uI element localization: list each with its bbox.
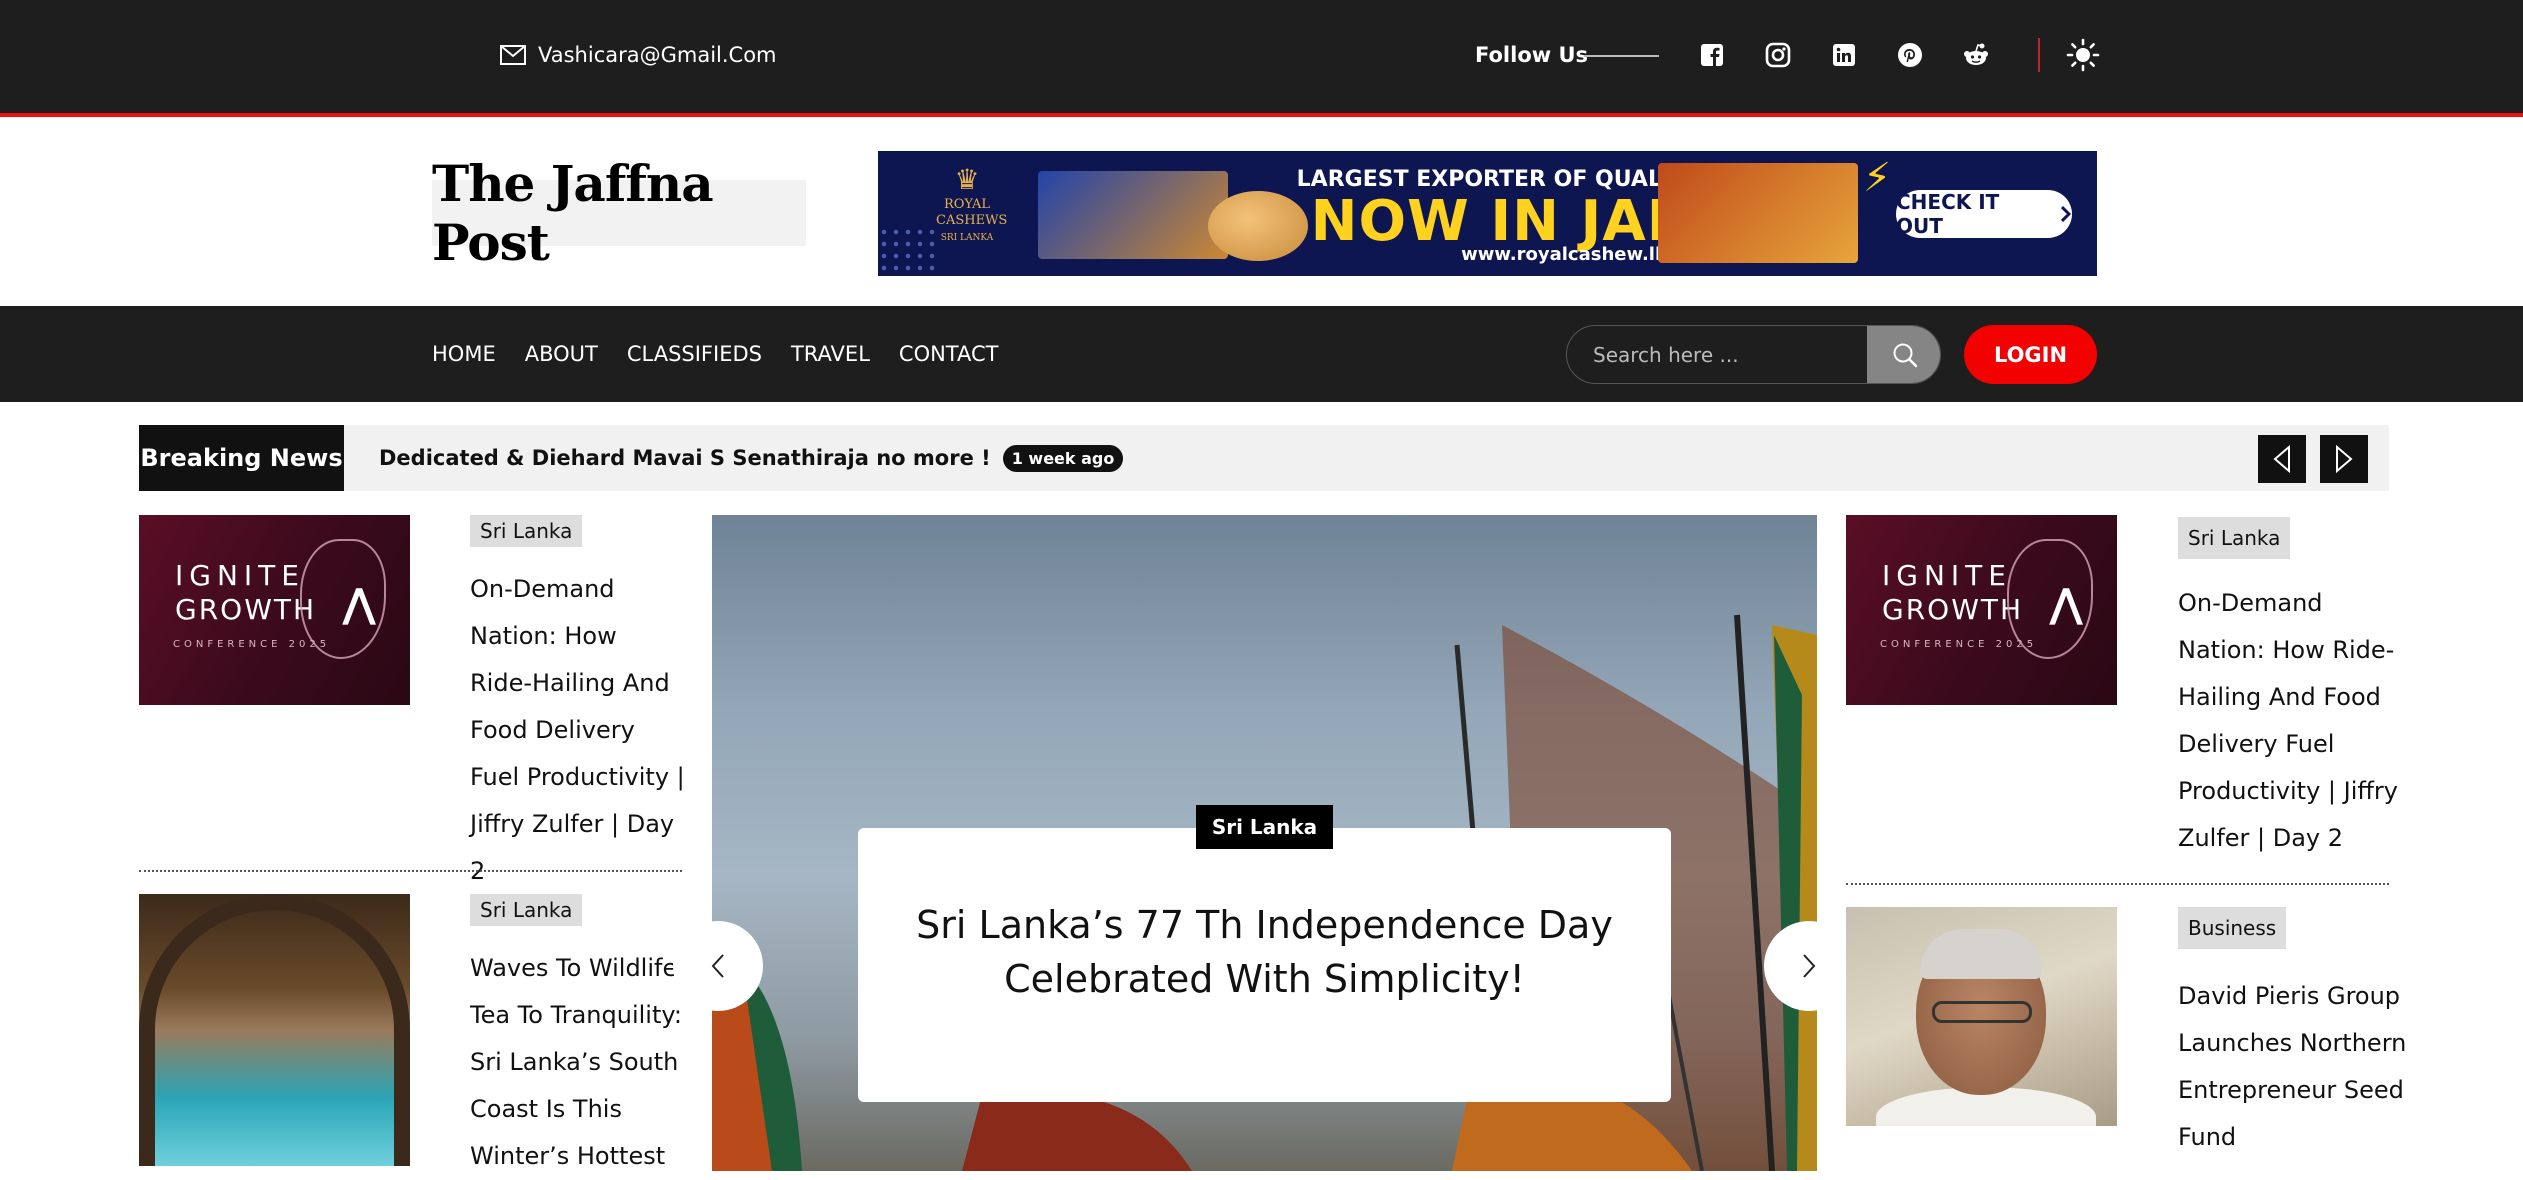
- lightning-icon: ⚡: [1863, 155, 1892, 201]
- nav-about[interactable]: ABOUT: [525, 342, 598, 366]
- post-title[interactable]: On-Demand Nation: How Ride-Hailing And F…: [470, 566, 685, 895]
- ticker-next-button[interactable]: [2320, 435, 2368, 483]
- slider-prev-button[interactable]: [673, 921, 763, 1011]
- thumb-text-line3: CONFERENCE 2025: [1880, 639, 2038, 650]
- nav-travel[interactable]: TRAVEL: [791, 342, 870, 366]
- follow-us-label: Follow Us: [1475, 43, 1589, 67]
- email-text: Vashicara@Gmail.Com: [538, 43, 777, 67]
- thumb-text-line1: IGNITE: [1882, 559, 2012, 592]
- hero-category-badge[interactable]: Sri Lanka: [1196, 805, 1333, 849]
- login-button[interactable]: LOGIN: [1964, 325, 2097, 384]
- person-hair: [1920, 929, 2042, 979]
- crown-icon: ♛: [954, 163, 980, 196]
- category-badge[interactable]: Business: [2178, 907, 2287, 949]
- post-title[interactable]: On-Demand Nation: How Ride-Hailing And F…: [2178, 580, 2403, 862]
- category-badge[interactable]: Sri Lanka: [470, 894, 583, 926]
- banner-brand: ♛ ROYAL CASHEWS SRI LANKA: [936, 163, 1008, 253]
- post-thumbnail[interactable]: [139, 894, 410, 1166]
- theme-divider: [2038, 38, 2040, 72]
- banner-cta-button[interactable]: CHECK IT OUT: [1896, 190, 2072, 238]
- cashew-box-image: [1038, 171, 1228, 259]
- post-divider: [1846, 883, 2389, 885]
- arrow-right-icon: [2336, 444, 2353, 474]
- ticker-item[interactable]: Dedicated & Diehard Mavai S Senathiraja …: [379, 425, 1124, 491]
- linkedin-icon[interactable]: [1829, 40, 1859, 70]
- post-title[interactable]: David Pieris Group Launches Northern Ent…: [2178, 973, 2408, 1161]
- nav-links: HOME ABOUT CLASSIFIEDS TRAVEL CONTACT: [432, 306, 999, 402]
- email-contact[interactable]: Vashicara@Gmail.Com: [500, 40, 777, 70]
- main-nav: HOME ABOUT CLASSIFIEDS TRAVEL CONTACT: [0, 306, 2523, 402]
- resort-arch-image: [139, 894, 410, 1166]
- hero-title[interactable]: Sri Lanka’s 77 Th Independence Day Celeb…: [900, 898, 1629, 1006]
- person-glasses: [1932, 1001, 2032, 1023]
- breaking-news-bar: Breaking News Dedicated & Diehard Mavai …: [139, 425, 2389, 491]
- search-icon: [1893, 343, 1917, 367]
- site-logo[interactable]: The Jaffna Post: [432, 154, 806, 272]
- thumb-text-line3: CONFERENCE 2025: [173, 639, 331, 650]
- ad-banner[interactable]: ♛ ROYAL CASHEWS SRI LANKA LARGEST EXPORT…: [878, 151, 2097, 276]
- slider-next-button[interactable]: [1764, 921, 1854, 1011]
- breaking-news-label: Breaking News: [139, 425, 344, 491]
- post-title[interactable]: Waves To Wildlife, Tea To Tranquility: S…: [470, 945, 685, 1180]
- thumb-text-line2: GROWTH: [1882, 593, 2024, 626]
- banner-dot-pattern: [878, 226, 938, 276]
- reddit-icon[interactable]: [1961, 40, 1991, 70]
- ticker-headline[interactable]: Dedicated & Diehard Mavai S Senathiraja …: [379, 446, 991, 470]
- thumb-text-line2: GROWTH: [175, 593, 317, 626]
- cashew-pack-image: [1658, 163, 1858, 263]
- post-thumbnail[interactable]: IGNITE GROWTH CONFERENCE 2025 ⋀: [139, 515, 410, 705]
- instagram-icon[interactable]: [1763, 40, 1793, 70]
- post-divider: [139, 870, 682, 872]
- chevron-left-icon: [711, 954, 724, 978]
- ticker-time-badge: 1 week ago: [1002, 444, 1124, 472]
- pinterest-icon[interactable]: [1895, 40, 1925, 70]
- category-badge[interactable]: Sri Lanka: [2178, 517, 2291, 559]
- banner-cta-label: CHECK IT OUT: [1896, 190, 2000, 238]
- chevron-right-icon: [1803, 954, 1816, 978]
- sun-icon[interactable]: [2066, 38, 2100, 72]
- nav-contact[interactable]: CONTACT: [899, 342, 999, 366]
- nav-home[interactable]: HOME: [432, 342, 496, 366]
- category-badge[interactable]: Sri Lanka: [470, 515, 583, 547]
- ticker-prev-button[interactable]: [2258, 435, 2306, 483]
- follow-divider: [1584, 55, 1659, 57]
- banner-brand-name: ROYAL CASHEWS: [936, 197, 1008, 228]
- post-thumbnail[interactable]: [1846, 907, 2117, 1126]
- search-box: [1566, 325, 1941, 384]
- top-bar: Vashicara@Gmail.Com Follow Us: [0, 0, 2523, 117]
- thumb-text-line1: IGNITE: [175, 559, 305, 592]
- post-thumbnail[interactable]: IGNITE GROWTH CONFERENCE 2025 ⋀: [1846, 515, 2117, 705]
- arrow-left-icon: [2273, 444, 2290, 474]
- nav-classifieds[interactable]: CLASSIFIEDS: [627, 342, 762, 366]
- ignite-logo-mark: ⋀: [2049, 581, 2083, 627]
- facebook-icon[interactable]: [1697, 40, 1727, 70]
- mail-icon: [500, 45, 526, 65]
- search-button[interactable]: [1867, 326, 1940, 383]
- ignite-logo-mark: ⋀: [342, 581, 376, 627]
- banner-brand-sub: SRI LANKA: [940, 233, 994, 243]
- search-input[interactable]: [1567, 326, 1867, 383]
- chevron-right-icon: [2061, 205, 2072, 223]
